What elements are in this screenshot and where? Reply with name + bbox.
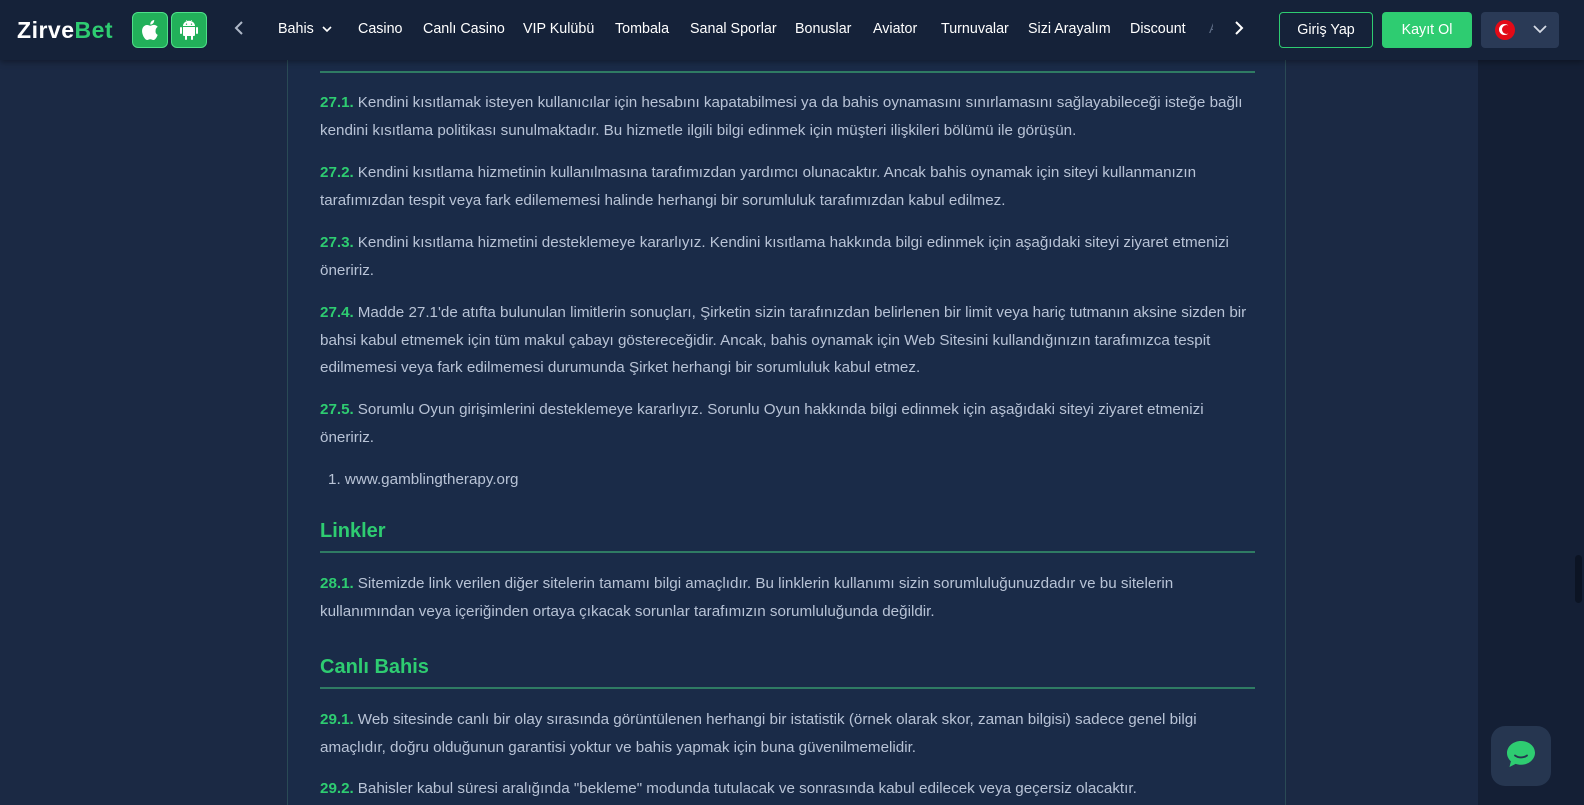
nav-label: Bahis	[278, 21, 314, 37]
paragraph-27-1: 27.1. Kendini kısıtlamak isteyen kullanıc…	[320, 89, 1260, 144]
paragraph-text: Bahisler kabul süresi aralığında "beklem…	[357, 780, 1137, 797]
nav-item-affiliate[interactable]: Af	[1209, 21, 1213, 37]
android-icon	[180, 20, 198, 40]
nav-item-tombala[interactable]: Tombala	[615, 21, 669, 37]
main-nav: Bahis Casino Canlı Casino VIP Kulübü Tom…	[278, 0, 1213, 60]
paragraph-number: 27.4.	[320, 304, 354, 321]
logo-word: irve	[31, 16, 75, 43]
chat-bubble-icon	[1505, 739, 1537, 774]
section-heading-linkler: Linkler	[320, 520, 386, 542]
paragraph-number: 29.1.	[320, 711, 354, 728]
paragraph-text: Web sitesinde canlı bir olay sırasında g…	[320, 711, 1197, 756]
register-button[interactable]: Kayıt Ol	[1382, 12, 1472, 48]
chevron-left-icon	[234, 20, 244, 40]
chevron-right-icon	[1234, 20, 1244, 40]
paragraph-text: Kendini kısıtlamak isteyen kullanıcılar …	[320, 94, 1243, 139]
nav-item-bonuslar[interactable]: Bonuslar	[795, 21, 851, 37]
turkey-flag-icon	[1495, 20, 1515, 40]
paragraph-number: 27.1.	[320, 94, 354, 111]
right-gutter	[1478, 0, 1584, 805]
logo-word-accent: Bet	[74, 16, 114, 43]
list-marker: 1.	[328, 471, 345, 488]
section-divider	[320, 687, 1255, 689]
apple-icon	[141, 20, 159, 40]
section-divider	[320, 71, 1255, 73]
paragraph-27-2: 27.2. Kendini kısıtlama hizmetinin kullan…	[320, 159, 1260, 214]
scrollbar-thumb[interactable]	[1575, 555, 1582, 603]
nav-item-vip-kulubu[interactable]: VIP Kulübü	[523, 21, 594, 37]
ios-app-button[interactable]	[132, 12, 168, 48]
section-heading-canli-bahis: Canlı Bahis	[320, 656, 429, 678]
top-header: ZirveBet Bahis Casino Canlı Casino VIP K…	[0, 0, 1584, 60]
nav-item-bahis[interactable]: Bahis	[278, 21, 332, 37]
nav-item-turnuvalar[interactable]: Turnuvalar	[941, 21, 1009, 37]
live-chat-button[interactable]	[1491, 726, 1551, 786]
nav-scroll-left-button[interactable]	[227, 18, 251, 42]
paragraph-text: Sorumlu Oyun girişimlerini desteklemeye …	[320, 401, 1204, 446]
nav-item-canli-casino[interactable]: Canlı Casino	[423, 21, 505, 37]
list-item: 1. www.gamblingtherapy.org	[328, 471, 519, 488]
nav-item-sizi-arayalim[interactable]: Sizi Arayalım	[1028, 21, 1111, 37]
paragraph-text: Kendini kısıtlama hizmetinin kullanılmas…	[320, 164, 1197, 209]
paragraph-27-3: 27.3. Kendini kısıtlama hizmetini destekl…	[320, 229, 1260, 284]
nav-item-discount[interactable]: Discount	[1130, 21, 1186, 37]
zirvebet-logo[interactable]: ZirveBet	[17, 15, 113, 45]
language-selector[interactable]	[1481, 12, 1559, 48]
chevron-down-icon	[322, 21, 332, 37]
paragraph-29-1: 29.1. Web sitesinde canlı bir olay sırası…	[320, 706, 1260, 761]
paragraph-text: Kendini kısıtlama hizmetini desteklemeye…	[320, 234, 1229, 279]
paragraph-text: Sitemizde link verilen diğer sitelerin t…	[320, 575, 1174, 620]
paragraph-27-4: 27.4. Madde 27.1'de atıfta bulunulan limi…	[320, 299, 1260, 382]
paragraph-number: 27.2.	[320, 164, 354, 181]
logo-letter: Z	[17, 16, 32, 43]
paragraph-number: 27.3.	[320, 234, 354, 251]
paragraph-27-5: 27.5. Sorumlu Oyun girişimlerini destekle…	[320, 396, 1260, 451]
paragraph-28-1: 28.1. Sitemizde link verilen diğer sitele…	[320, 570, 1260, 625]
login-button[interactable]: Giriş Yap	[1279, 12, 1373, 48]
paragraph-number: 29.2.	[320, 780, 354, 797]
nav-item-sanal-sporlar[interactable]: Sanal Sporlar	[690, 21, 777, 37]
terms-content-panel: 27.1. Kendini kısıtlamak isteyen kullanıc…	[287, 40, 1286, 805]
nav-scroll-right-button[interactable]	[1227, 18, 1251, 42]
paragraph-number: 27.5.	[320, 401, 354, 418]
page-scrollbar[interactable]	[1574, 60, 1584, 805]
nav-item-casino[interactable]: Casino	[358, 21, 403, 37]
chevron-down-icon	[1533, 21, 1547, 39]
nav-item-aviator[interactable]: Aviator	[873, 21, 917, 37]
section-divider	[320, 551, 1255, 553]
paragraph-number: 28.1.	[320, 575, 354, 592]
gambling-therapy-link[interactable]: www.gamblingtherapy.org	[345, 471, 519, 488]
paragraph-text: Madde 27.1'de atıfta bulunulan limitleri…	[320, 304, 1247, 376]
paragraph-29-2: 29.2. Bahisler kabul süresi aralığında "b…	[320, 775, 1260, 803]
android-app-button[interactable]	[171, 12, 207, 48]
